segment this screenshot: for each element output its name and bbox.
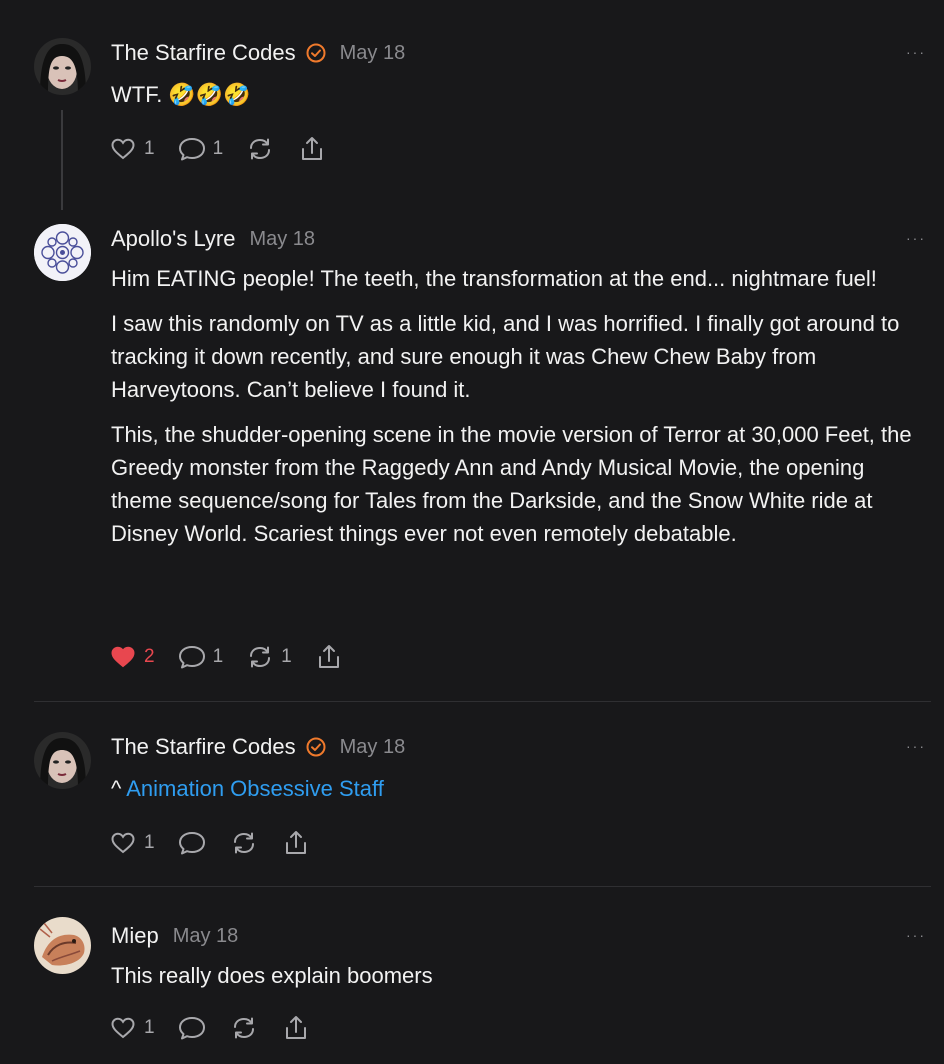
comment-date[interactable]: May 18: [340, 736, 406, 759]
avatar[interactable]: [34, 224, 91, 281]
like-button[interactable]: 2: [108, 642, 155, 672]
comment: Apollo's Lyre May 18 ··· Him EATING peop…: [0, 220, 944, 702]
caret-prefix: ^: [111, 776, 127, 801]
share-icon: [318, 645, 339, 668]
author-name[interactable]: The Starfire Codes: [111, 734, 296, 760]
comment: Miep May 18 ··· This really does explain…: [0, 887, 944, 1064]
restack-button[interactable]: [245, 134, 275, 164]
comment-paragraph: This, the shudder-opening scene in the m…: [111, 422, 912, 546]
comment-text: WTF. 🤣🤣🤣: [111, 78, 921, 123]
comment-actions: 2 1 1: [108, 642, 366, 672]
restack-button[interactable]: [229, 1013, 259, 1043]
share-icon: [285, 831, 306, 854]
comment-date[interactable]: May 18: [340, 42, 406, 65]
comment-header: The Starfire Codes May 18: [111, 40, 405, 66]
comment: The Starfire Codes May 18 ··· WTF. 🤣🤣🤣 1…: [0, 0, 944, 220]
share-button[interactable]: [314, 642, 344, 672]
comment-paragraph: WTF. 🤣🤣🤣: [111, 82, 251, 107]
heart-icon: [111, 138, 135, 160]
like-button[interactable]: 1: [108, 828, 155, 858]
comment-header: Apollo's Lyre May 18: [111, 226, 315, 252]
comment-icon: [178, 646, 205, 669]
reply-count: 1: [212, 646, 224, 667]
restack-button[interactable]: 1: [245, 642, 292, 672]
restack-count: 1: [281, 646, 292, 667]
comment-icon: [178, 1017, 205, 1040]
reply-button[interactable]: [177, 828, 207, 858]
restack-icon: [233, 832, 254, 854]
comment-icon: [178, 138, 205, 161]
heart-filled-icon: [111, 646, 135, 668]
share-button[interactable]: [297, 134, 327, 164]
comment-actions: 1: [108, 1013, 333, 1043]
comment-paragraph: This really does explain boomers: [111, 963, 433, 988]
comment-text: Him EATING people! The teeth, the transf…: [111, 262, 921, 562]
like-button[interactable]: 1: [108, 134, 155, 164]
like-count: 1: [144, 1017, 155, 1038]
comment-header: The Starfire Codes May 18: [111, 734, 405, 760]
reply-button[interactable]: 1: [177, 642, 224, 672]
avatar[interactable]: [34, 38, 91, 95]
restack-icon: [250, 646, 271, 668]
share-button[interactable]: [281, 828, 311, 858]
like-button[interactable]: 1: [108, 1013, 155, 1043]
comment-date[interactable]: May 18: [249, 228, 315, 251]
like-count: 1: [144, 138, 155, 159]
comment-text: This really does explain boomers: [111, 959, 921, 1004]
restack-icon: [250, 138, 271, 160]
share-icon: [302, 137, 323, 160]
more-options-icon[interactable]: ···: [906, 230, 926, 246]
comment-paragraph: I saw this randomly on TV as a little ki…: [111, 311, 900, 402]
verified-badge-icon: [306, 737, 326, 757]
reply-count: 1: [212, 138, 224, 159]
reply-button[interactable]: 1: [177, 134, 224, 164]
author-name[interactable]: Apollo's Lyre: [111, 226, 235, 252]
heart-icon: [111, 832, 135, 854]
comment-text: ^ Animation Obsessive Staff: [111, 772, 921, 817]
comment-actions: 1 1: [108, 134, 349, 164]
more-options-icon[interactable]: ···: [906, 44, 926, 60]
comment-paragraph: Him EATING people! The teeth, the transf…: [111, 266, 877, 291]
more-options-icon[interactable]: ···: [906, 927, 926, 943]
thread-line: [61, 110, 63, 210]
heart-icon: [111, 1017, 135, 1039]
avatar[interactable]: [34, 917, 91, 974]
comment-header: Miep May 18: [111, 923, 238, 949]
mention-link[interactable]: Animation Obsessive Staff: [126, 776, 384, 801]
avatar[interactable]: [34, 732, 91, 789]
share-icon: [285, 1016, 306, 1039]
comment-icon: [178, 832, 205, 855]
author-name[interactable]: Miep: [111, 923, 159, 949]
share-button[interactable]: [281, 1013, 311, 1043]
comment: The Starfire Codes May 18 ··· ^ Animatio…: [0, 702, 944, 888]
like-count: 1: [144, 832, 155, 853]
comment-actions: 1: [108, 828, 333, 858]
like-count: 2: [144, 646, 155, 667]
reply-button[interactable]: [177, 1013, 207, 1043]
restack-button[interactable]: [229, 828, 259, 858]
more-options-icon[interactable]: ···: [906, 738, 926, 754]
restack-icon: [233, 1017, 254, 1039]
comment-date[interactable]: May 18: [173, 925, 239, 948]
comment-paragraph: ^ Animation Obsessive Staff: [111, 772, 921, 805]
author-name[interactable]: The Starfire Codes: [111, 40, 296, 66]
verified-badge-icon: [306, 43, 326, 63]
